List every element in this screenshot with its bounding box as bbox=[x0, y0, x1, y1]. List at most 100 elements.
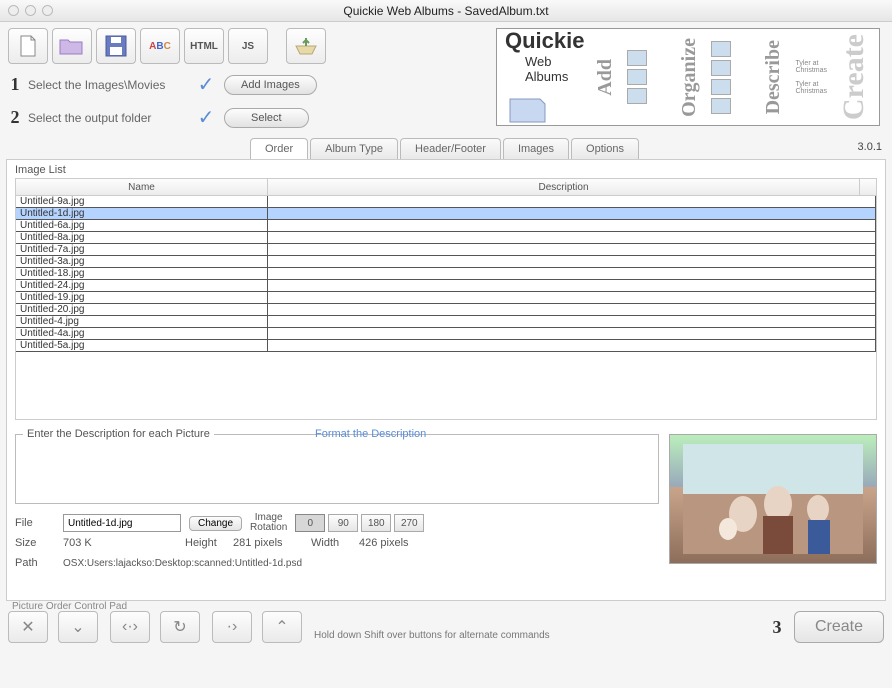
minimize-dot[interactable] bbox=[25, 5, 36, 16]
text-format-button[interactable]: ABC bbox=[140, 28, 180, 64]
zoom-dot[interactable] bbox=[42, 5, 53, 16]
banner-describe: Describe bbox=[762, 40, 785, 114]
table-row[interactable]: Untitled-7a.jpg bbox=[16, 244, 876, 256]
refresh-button[interactable]: ↻ bbox=[160, 611, 200, 643]
table-body[interactable]: Untitled-9a.jpgUntitled-1d.jpgUntitled-6… bbox=[15, 196, 877, 420]
table-row[interactable]: Untitled-18.jpg bbox=[16, 268, 876, 280]
banner-logo: Quickie Web Albums bbox=[505, 28, 584, 127]
tab-album-type[interactable]: Album Type bbox=[310, 138, 398, 159]
description-label: Enter the Description for each Picture bbox=[23, 428, 214, 440]
js-button[interactable]: JS bbox=[228, 28, 268, 64]
rotate-90-button[interactable]: 90 bbox=[328, 514, 358, 532]
table-row[interactable]: Untitled-24.jpg bbox=[16, 280, 876, 292]
cell-name: Untitled-18.jpg bbox=[16, 268, 268, 279]
cell-name: Untitled-6a.jpg bbox=[16, 220, 268, 231]
open-folder-button[interactable] bbox=[52, 28, 92, 64]
tab-header-footer[interactable]: Header/Footer bbox=[400, 138, 501, 159]
next-button[interactable]: ·› bbox=[212, 611, 252, 643]
cell-name: Untitled-8a.jpg bbox=[16, 232, 268, 243]
add-images-button[interactable]: Add Images bbox=[224, 75, 317, 95]
step-1-number: 1 bbox=[8, 74, 22, 95]
cell-name: Untitled-7a.jpg bbox=[16, 244, 268, 255]
cell-description bbox=[268, 196, 876, 207]
version-label: 3.0.1 bbox=[858, 141, 882, 153]
meta-rows: File Change ImageRotation 0 90 180 270 S… bbox=[15, 513, 659, 573]
cell-description bbox=[268, 280, 876, 291]
col-name[interactable]: Name bbox=[16, 179, 268, 195]
rotate-0-button[interactable]: 0 bbox=[295, 514, 325, 532]
file-name-input[interactable] bbox=[63, 514, 181, 532]
image-preview bbox=[669, 434, 877, 564]
save-button[interactable] bbox=[96, 28, 136, 64]
format-description-link[interactable]: Format the Description bbox=[315, 428, 426, 440]
cell-name: Untitled-24.jpg bbox=[16, 280, 268, 291]
create-button[interactable]: Create bbox=[794, 611, 884, 643]
banner-organize: Organize bbox=[678, 38, 701, 117]
table-row[interactable]: Untitled-4.jpg bbox=[16, 316, 876, 328]
size-label: Size bbox=[15, 537, 55, 549]
table-row[interactable]: Untitled-1d.jpg bbox=[16, 208, 876, 220]
step-3-number: 3 bbox=[770, 617, 784, 638]
close-dot[interactable] bbox=[8, 5, 19, 16]
rotate-180-button[interactable]: 180 bbox=[361, 514, 391, 532]
width-label: Width bbox=[311, 537, 351, 549]
file-label: File bbox=[15, 517, 55, 529]
title-bar: Quickie Web Albums - SavedAlbum.txt bbox=[0, 0, 892, 22]
table-row[interactable]: Untitled-6a.jpg bbox=[16, 220, 876, 232]
col-scroll-pad bbox=[860, 179, 876, 195]
tab-order[interactable]: Order bbox=[250, 138, 308, 159]
table-header: Name Description bbox=[15, 178, 877, 196]
table-row[interactable]: Untitled-3a.jpg bbox=[16, 256, 876, 268]
table-row[interactable]: Untitled-9a.jpg bbox=[16, 196, 876, 208]
rotate-270-button[interactable]: 270 bbox=[394, 514, 424, 532]
cell-name: Untitled-20.jpg bbox=[16, 304, 268, 315]
cell-description bbox=[268, 208, 876, 219]
tab-images[interactable]: Images bbox=[503, 138, 569, 159]
cell-description bbox=[268, 316, 876, 327]
height-value: 281 pixels bbox=[233, 537, 303, 549]
select-folder-button[interactable]: Select bbox=[224, 108, 309, 128]
html-button[interactable]: HTML bbox=[184, 28, 224, 64]
new-doc-button[interactable] bbox=[8, 28, 48, 64]
table-row[interactable]: Untitled-4a.jpg bbox=[16, 328, 876, 340]
banner-thumbs bbox=[627, 50, 668, 104]
table-row[interactable]: Untitled-20.jpg bbox=[16, 304, 876, 316]
table-row[interactable]: Untitled-19.jpg bbox=[16, 292, 876, 304]
step-1-text: Select the Images\Movies bbox=[28, 78, 188, 92]
export-button[interactable] bbox=[286, 28, 326, 64]
cell-name: Untitled-5a.jpg bbox=[16, 340, 268, 351]
delete-button[interactable]: ✕ bbox=[8, 611, 48, 643]
width-value: 426 pixels bbox=[359, 537, 409, 549]
step-2-text: Select the output folder bbox=[28, 111, 188, 125]
table-row[interactable]: Untitled-5a.jpg bbox=[16, 340, 876, 352]
cell-name: Untitled-9a.jpg bbox=[16, 196, 268, 207]
cell-description bbox=[268, 232, 876, 243]
col-description[interactable]: Description bbox=[268, 179, 860, 195]
control-hint: Hold down Shift over buttons for alterna… bbox=[314, 630, 550, 641]
swap-button[interactable]: ‹·› bbox=[110, 611, 150, 643]
step-2-number: 2 bbox=[8, 107, 22, 128]
image-list-title: Image List bbox=[7, 160, 885, 176]
check-icon: ✓ bbox=[194, 72, 218, 97]
height-label: Height bbox=[185, 537, 225, 549]
cell-name: Untitled-19.jpg bbox=[16, 292, 268, 303]
size-value: 703 K bbox=[63, 537, 177, 549]
banner-subtitle: Web Albums bbox=[525, 54, 584, 84]
path-value: OSX:Users:lajackso:Desktop:scanned:Untit… bbox=[63, 558, 302, 569]
move-down-button[interactable]: ⌄ bbox=[58, 611, 98, 643]
move-up-button[interactable]: ⌃ bbox=[262, 611, 302, 643]
tab-options[interactable]: Options bbox=[571, 138, 639, 159]
cell-description bbox=[268, 340, 876, 351]
window-controls bbox=[8, 5, 53, 16]
banner-add: Add bbox=[594, 59, 617, 96]
cell-description bbox=[268, 220, 876, 231]
change-file-button[interactable]: Change bbox=[189, 516, 242, 531]
cell-description bbox=[268, 256, 876, 267]
description-textarea[interactable] bbox=[15, 434, 659, 504]
table-row[interactable]: Untitled-8a.jpg bbox=[16, 232, 876, 244]
cell-description bbox=[268, 304, 876, 315]
banner-title: Quickie bbox=[505, 28, 584, 54]
check-icon: ✓ bbox=[194, 105, 218, 130]
content-panel: Image List Name Description Untitled-9a.… bbox=[6, 159, 886, 601]
cell-description bbox=[268, 328, 876, 339]
